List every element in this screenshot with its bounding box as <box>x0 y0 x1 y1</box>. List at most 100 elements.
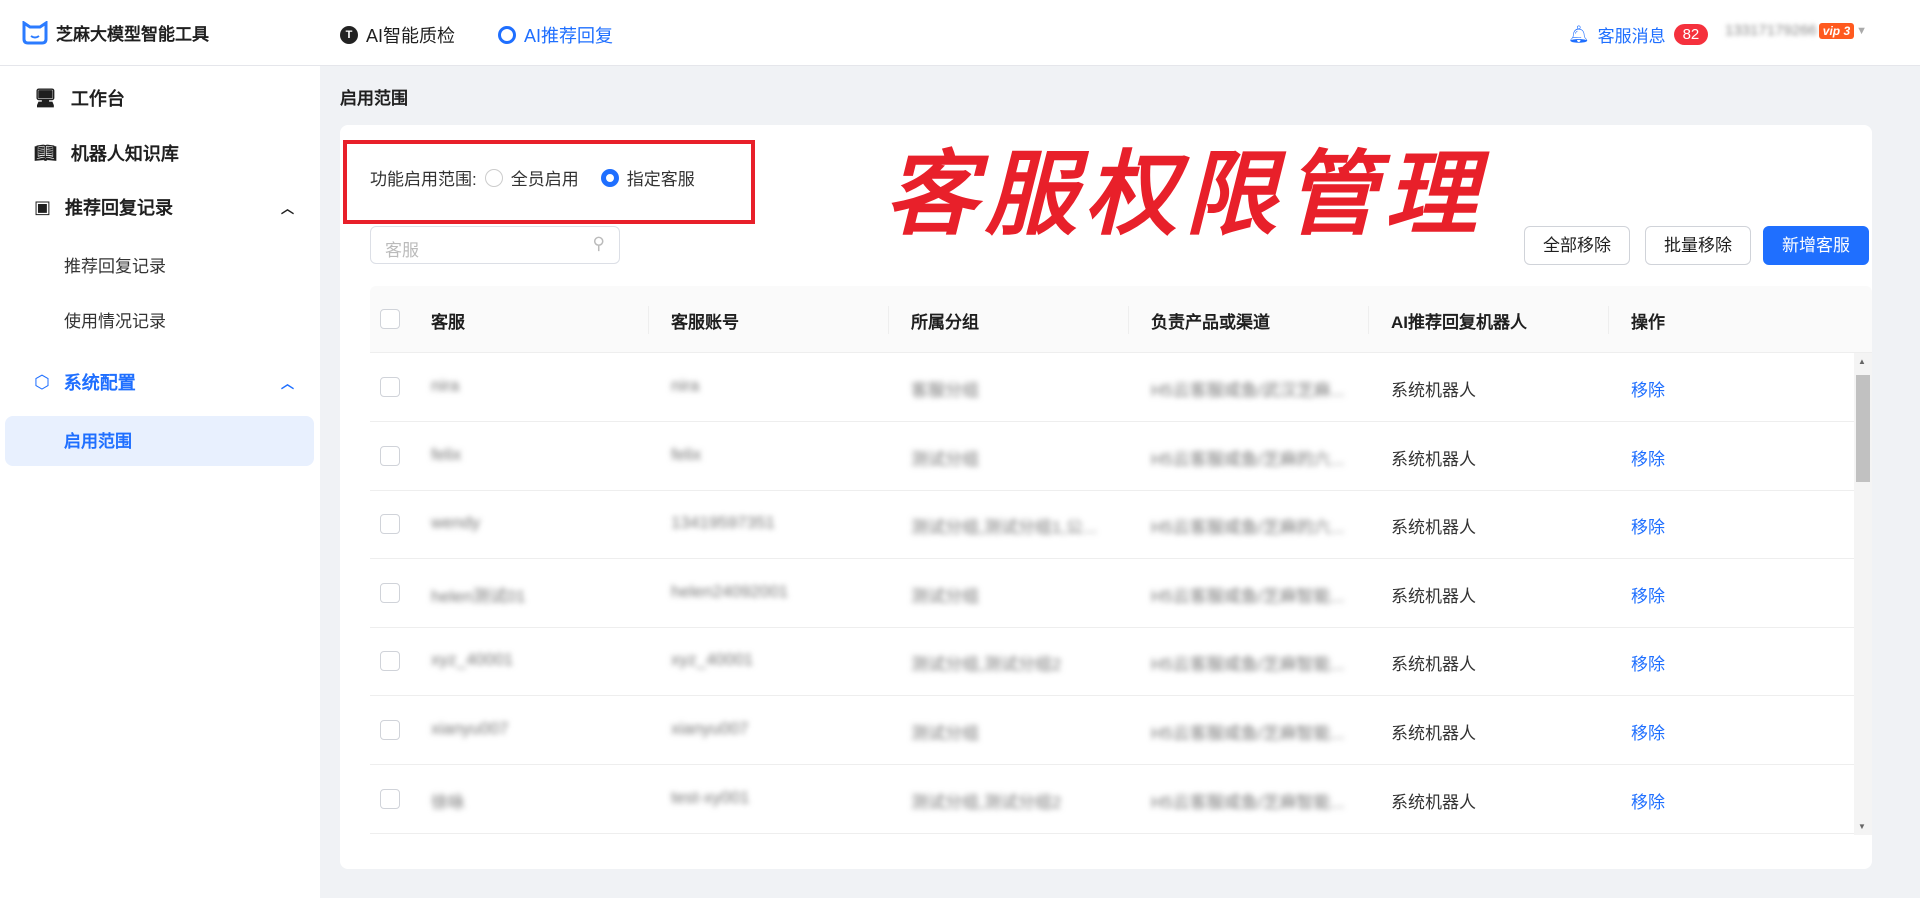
scrollbar-thumb[interactable] <box>1856 375 1870 482</box>
remove-all-button[interactable]: 全部移除 <box>1524 226 1630 265</box>
nav-label: AI智能质检 <box>366 26 456 46</box>
agent-account: felix <box>671 444 702 464</box>
chevron-up-icon: ︿ <box>280 200 294 216</box>
remove-link[interactable]: 移除 <box>1631 582 1665 607</box>
agent-name: wendy <box>431 513 481 533</box>
agent-bot: 系统机器人 <box>1391 518 1476 538</box>
agent-channel: H5云客服咸鱼/芝麻智能... <box>1151 792 1345 812</box>
row-checkbox[interactable] <box>380 582 400 603</box>
messages-button[interactable]: 🔔︎ 客服消息 82 <box>1568 22 1709 47</box>
sidebar-item-label: 工作台 <box>70 89 125 109</box>
nav-label: AI推荐回复 <box>524 26 614 46</box>
table-row: helen测试01 helen24092001 测试分组 H5云客服咸鱼/芝麻智能..… <box>370 559 1854 628</box>
row-checkbox[interactable] <box>380 651 400 672</box>
sidebar-item-label: 推荐回复记录 <box>65 198 174 218</box>
agent-account: 13419597351 <box>671 513 776 533</box>
table-row: nira nira 客服分组 H5云客服咸鱼/武汉芝麻... 系统机器人 移除 <box>370 353 1854 422</box>
agent-name: felix <box>431 444 462 464</box>
sidebar-item-label: 系统配置 <box>63 373 136 393</box>
sidebar-item-knowledge[interactable]: 📖︎ 机器人知识库 <box>34 138 179 168</box>
active-item-bg <box>5 416 314 466</box>
agent-channel: H5云客服咸鱼/芝麻的六... <box>1151 449 1345 469</box>
sidebar-item-label: 机器人知识库 <box>70 144 179 164</box>
agent-bot: 系统机器人 <box>1391 586 1476 606</box>
col-account: 客服账号 <box>671 313 739 332</box>
search-icon: ⚲ <box>592 234 605 253</box>
search-input[interactable]: 客服 ⚲ <box>370 226 620 264</box>
remove-link[interactable]: 移除 <box>1631 788 1665 813</box>
chevron-up-icon: ︿ <box>280 375 294 391</box>
agent-group: 测试分组,测试分组2 <box>911 792 1062 812</box>
annotation-box <box>343 140 755 224</box>
col-action: 操作 <box>1631 313 1665 332</box>
col-group: 所属分组 <box>911 313 979 332</box>
col-channel: 负责产品或渠道 <box>1151 313 1270 332</box>
col-bot: AI推荐回复机器人 <box>1391 313 1527 332</box>
row-checkbox[interactable] <box>380 377 400 397</box>
agent-channel: H5云客服咸鱼/芝麻的六... <box>1151 518 1345 538</box>
agent-channel: H5云客服咸鱼/芝麻智能... <box>1151 655 1345 675</box>
remove-link[interactable]: 移除 <box>1631 650 1665 675</box>
nav-ai-quality[interactable]: T AI智能质检 <box>340 22 455 48</box>
app-name: 芝麻大模型智能工具 <box>56 25 209 44</box>
agent-bot: 系统机器人 <box>1391 792 1476 812</box>
select-all-checkbox[interactable] <box>380 309 400 329</box>
sidebar-sub-reply-records[interactable]: 推荐回复记录 <box>64 252 166 282</box>
table-scrollbar[interactable]: ▲ ▼ <box>1854 353 1872 835</box>
annotation-title: 客服权限管理 <box>885 140 1486 248</box>
bot-icon <box>498 26 516 44</box>
table-header: 客服 客服账号 所属分组 负责产品或渠道 AI推荐回复机器人 操作 <box>370 286 1872 353</box>
agent-name: xyz_40001 <box>431 650 514 670</box>
agent-group: 测试分组,测试分组1,公... <box>911 518 1098 538</box>
table-row: xyz_40001 xyz_40001 测试分组,测试分组2 H5云客服咸鱼/芝麻智能… <box>370 627 1854 697</box>
chevron-down-icon: ▼ <box>1856 24 1868 37</box>
top-header: 芝麻大模型智能工具 T AI智能质检 AI推荐回复 🔔︎ 客服消息 82 133… <box>0 0 1920 66</box>
agent-channel: H5云客服咸鱼/武汉芝麻... <box>1151 381 1345 400</box>
page-title: 启用范围 <box>340 89 408 108</box>
batch-remove-button[interactable]: 批量移除 <box>1645 226 1751 265</box>
account-id: 13317179266 <box>1725 22 1817 39</box>
agent-group: 客服分组 <box>911 381 979 400</box>
agent-bot: 系统机器人 <box>1391 449 1476 469</box>
sidebar-item-workbench[interactable]: 🖥︎ 工作台 <box>34 83 125 113</box>
sidebar-item-system-config[interactable]: ⬡ 系统配置 ︿ <box>34 367 294 397</box>
remove-link[interactable]: 移除 <box>1631 445 1665 470</box>
vip-badge: vip 3 <box>1818 22 1855 39</box>
remove-link[interactable]: 移除 <box>1631 719 1665 744</box>
sidebar <box>0 66 320 898</box>
cat-logo-icon <box>22 20 48 44</box>
agent-bot: 系统机器人 <box>1391 655 1476 675</box>
agent-bot: 系统机器人 <box>1391 381 1476 400</box>
account-menu[interactable]: 13317179266 vip 3 ▼ <box>1725 22 1867 39</box>
agent-name: xianyu007 <box>431 719 509 738</box>
table-row: felix felix 测试分组 H5云客服咸鱼/芝麻的六... 系统机器人 移除 <box>370 422 1854 491</box>
agent-account: helen24092001 <box>671 581 789 601</box>
agent-group: 测试分组 <box>911 449 979 469</box>
row-checkbox[interactable] <box>380 514 400 535</box>
app-logo[interactable]: 芝麻大模型智能工具 <box>22 20 209 45</box>
agent-account: nira <box>671 376 700 395</box>
sidebar-sub-scope[interactable]: 启用范围 <box>64 427 132 457</box>
remove-link[interactable]: 移除 <box>1631 513 1665 538</box>
remove-link[interactable]: 移除 <box>1631 376 1665 401</box>
sidebar-item-reply-records[interactable]: ▣ 推荐回复记录 ︿ <box>34 192 294 222</box>
record-icon: ▣ <box>34 196 52 217</box>
row-checkbox[interactable] <box>380 788 400 809</box>
add-agent-button[interactable]: 新增客服 <box>1763 226 1869 265</box>
agent-group: 测试分组,测试分组2 <box>911 655 1062 675</box>
nav-ai-reply[interactable]: AI推荐回复 <box>498 22 613 48</box>
agent-group: 测试分组 <box>911 586 979 606</box>
agent-channel: H5云客服咸鱼/芝麻智能... <box>1151 586 1345 606</box>
agent-name: 徐咏 <box>431 792 465 812</box>
table-row: 徐咏 test-xy001 测试分组,测试分组2 H5云客服咸鱼/芝麻智能... 系统机… <box>370 765 1854 834</box>
agent-group: 测试分组 <box>911 724 979 743</box>
agent-bot: 系统机器人 <box>1391 724 1476 743</box>
agent-account: test-xy001 <box>671 787 750 807</box>
settings-icon: ⬡ <box>34 371 50 392</box>
agent-name: nira <box>431 376 460 395</box>
quality-icon: T <box>340 26 358 44</box>
row-checkbox[interactable] <box>380 445 400 466</box>
sidebar-sub-usage-records[interactable]: 使用情况记录 <box>64 307 166 337</box>
agent-channel: H5云客服咸鱼/芝麻智能... <box>1151 724 1345 743</box>
row-checkbox[interactable] <box>380 720 400 740</box>
